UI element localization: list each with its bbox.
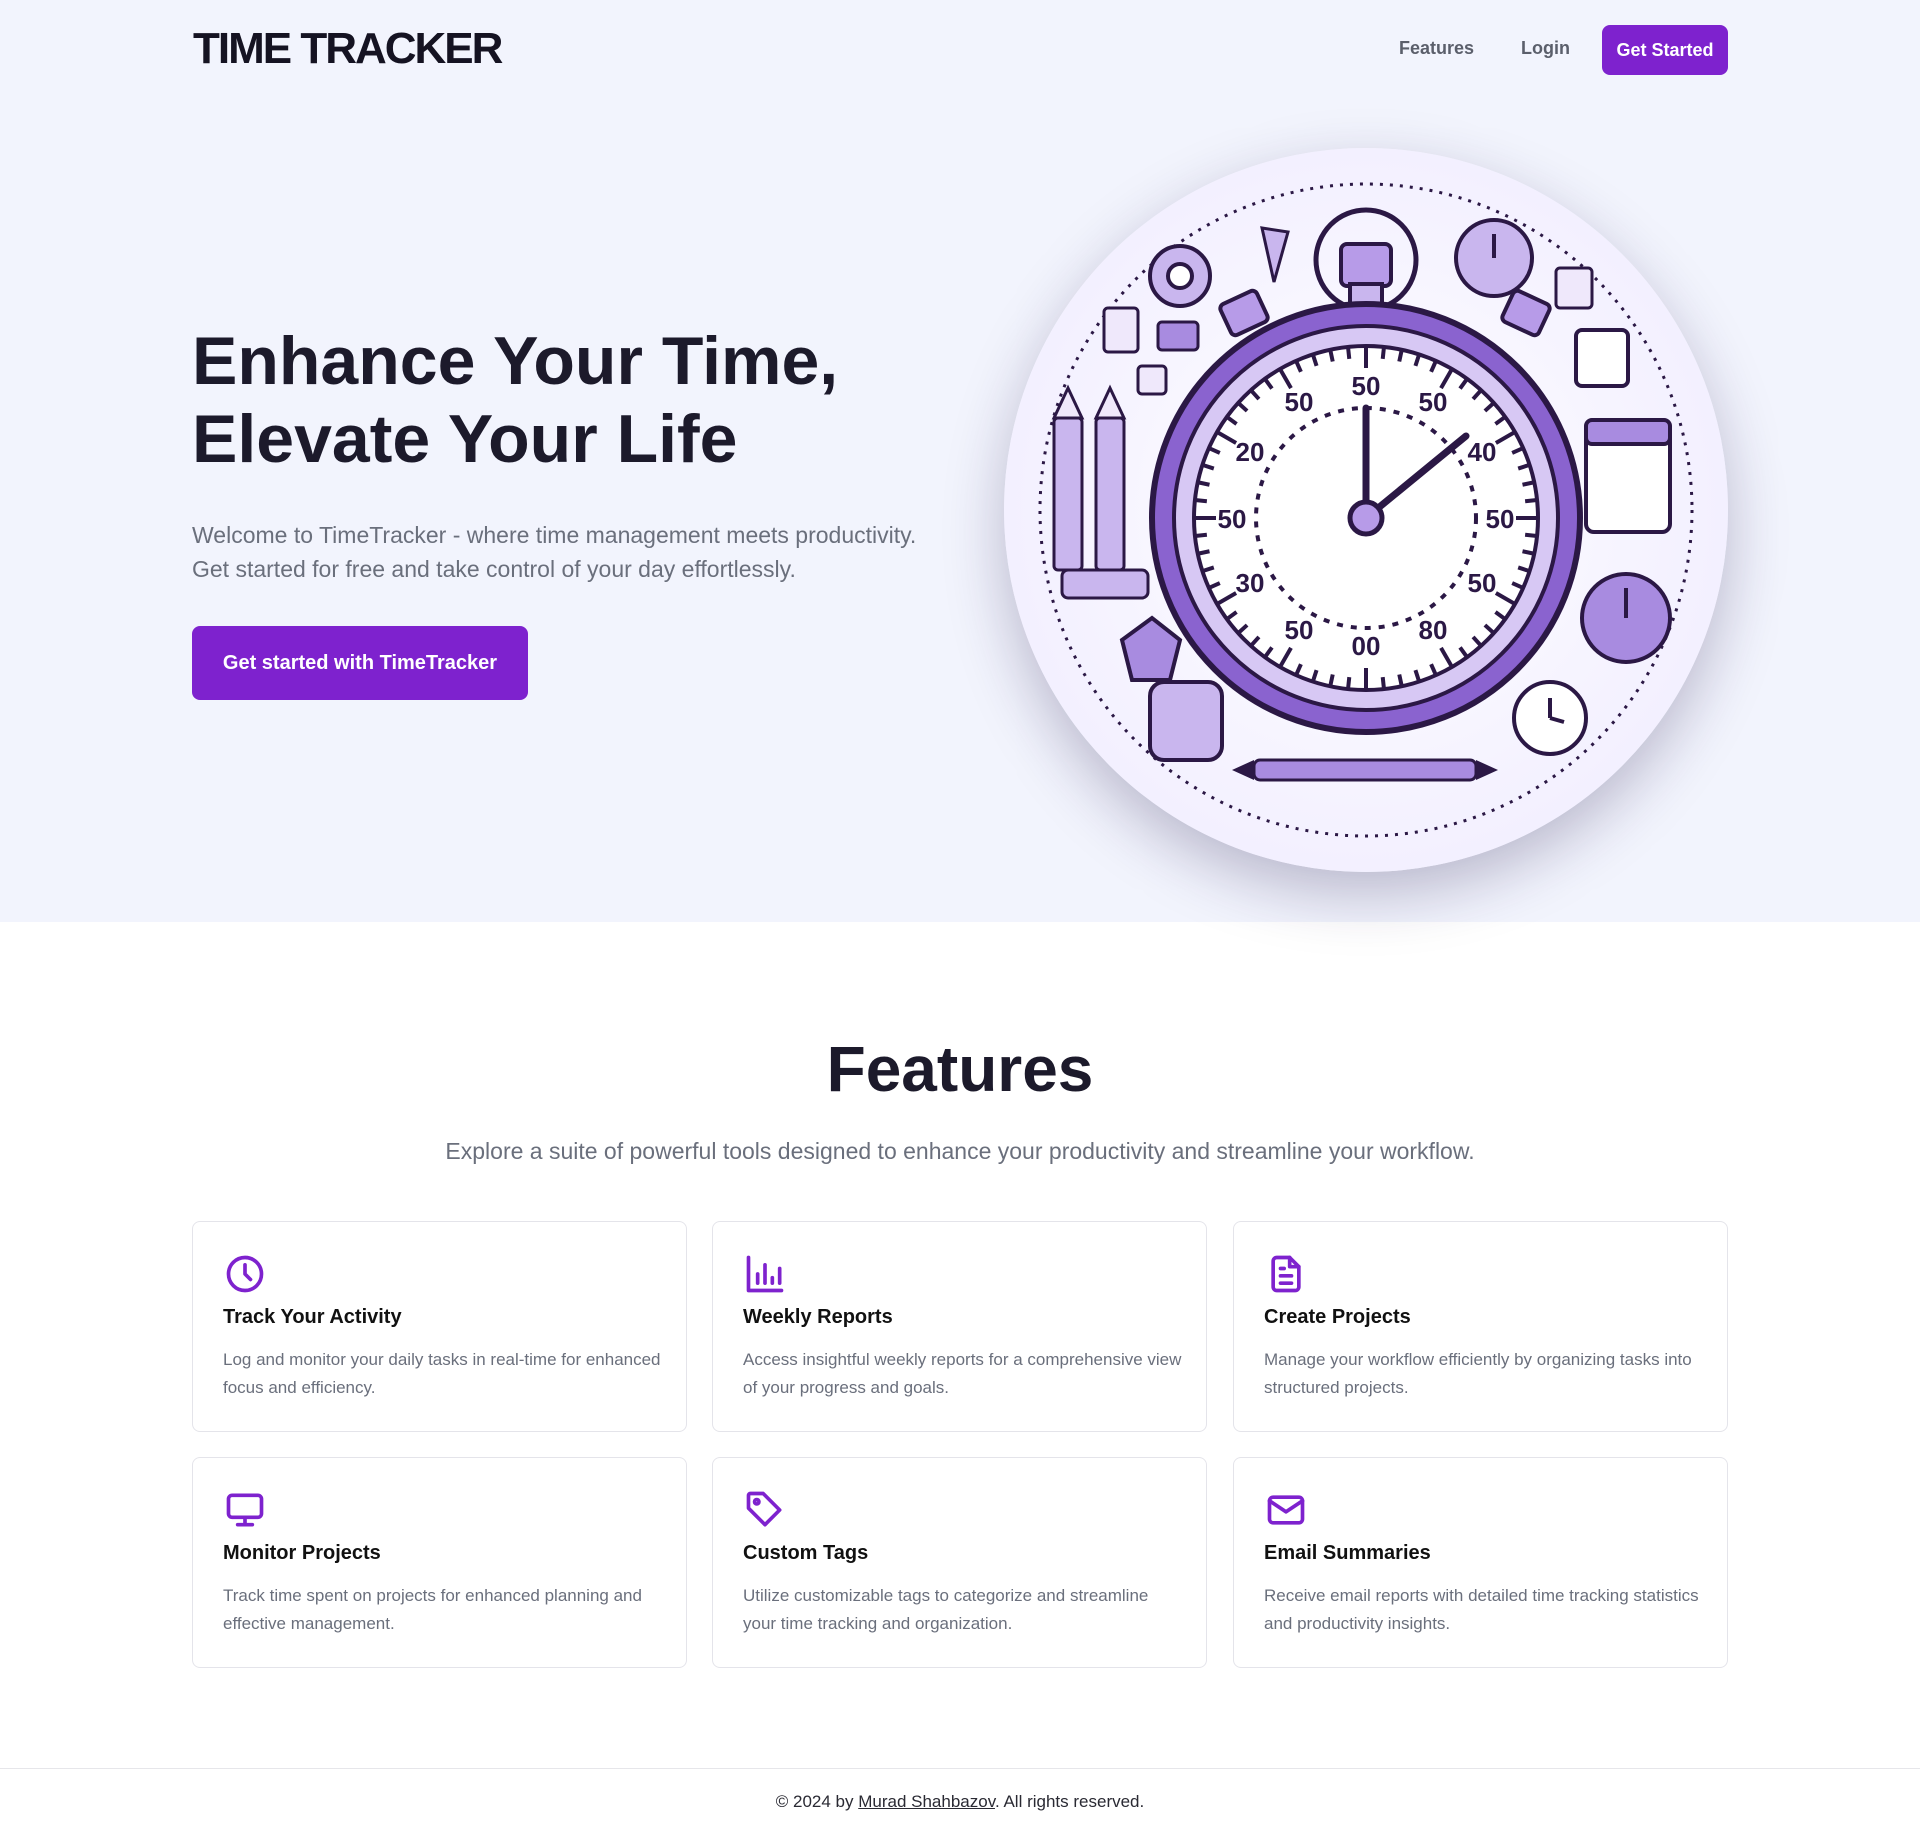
- feature-card-track-activity: Track Your Activity Log and monitor your…: [192, 1221, 687, 1432]
- gear-icon: [1148, 244, 1212, 308]
- pencil-icon: [1051, 384, 1127, 572]
- tag-icon: [743, 1488, 787, 1532]
- stopwatch-illustration: 50 50 50 20 40 50 50 30 50 50 00 80: [1004, 148, 1728, 872]
- hero-cta-button[interactable]: Get started with TimeTracker: [192, 626, 528, 700]
- hero-section: TIME TRACKER Features Login Get Started …: [0, 0, 1920, 922]
- dial-tick: [1328, 349, 1335, 362]
- dial-number: 00: [1352, 631, 1381, 661]
- dial-tick: [1397, 674, 1404, 687]
- dial-tick: [1194, 532, 1208, 538]
- dial-number: 80: [1419, 615, 1448, 645]
- feature-desc: Utilize customizable tags to categorize …: [743, 1586, 1149, 1633]
- hero-subtitle-line2: Get started for free and take control of…: [192, 556, 796, 582]
- hero-title: Enhance Your Time, Elevate Your Life: [192, 322, 838, 478]
- feature-title: Monitor Projects: [223, 1542, 381, 1564]
- footer-author-link[interactable]: Murad Shahbazov: [858, 1792, 995, 1811]
- dial-number: 50: [1218, 504, 1247, 534]
- dial-number: 20: [1236, 437, 1265, 467]
- dial-number: 50: [1285, 615, 1314, 645]
- feature-desc: Manage your workflow efficiently by orga…: [1264, 1350, 1692, 1397]
- feature-title: Custom Tags: [743, 1542, 869, 1564]
- feature-desc: Log and monitor your daily tasks in real…: [223, 1350, 661, 1397]
- feature-desc: Track time spent on projects for enhance…: [223, 1586, 642, 1633]
- dial-tick: [1524, 532, 1538, 538]
- feature-card-custom-tags: Custom Tags Utilize customizable tags to…: [712, 1457, 1207, 1668]
- footer: © 2024 by Murad Shahbazov. All rights re…: [0, 1792, 1920, 1812]
- hero-title-line2: Elevate Your Life: [192, 401, 738, 477]
- get-started-button[interactable]: Get Started: [1602, 25, 1728, 75]
- hero-title-line1: Enhance Your Time,: [192, 323, 839, 399]
- dial-number: 40: [1468, 437, 1497, 467]
- dial-tick: [1522, 549, 1535, 556]
- long-pencil-icon: [1232, 758, 1498, 782]
- feature-title: Track Your Activity: [223, 1306, 402, 1328]
- footer-copyright-suffix: . All rights reserved.: [994, 1792, 1145, 1811]
- clock-icon: [223, 1252, 267, 1296]
- nav-login-link[interactable]: Login: [1521, 38, 1570, 59]
- dial-number: 30: [1236, 568, 1265, 598]
- monitor-icon: [223, 1488, 267, 1532]
- hero-subtitle-line1: Welcome to TimeTracker - where time mana…: [192, 522, 917, 548]
- hero-subtitle: Welcome to TimeTracker - where time mana…: [192, 518, 916, 586]
- features-title: Features: [826, 1033, 1094, 1105]
- nav-features-link[interactable]: Features: [1399, 38, 1474, 59]
- features-subtitle: Explore a suite of powerful tools design…: [445, 1138, 1475, 1164]
- dial-tick: [1346, 676, 1352, 690]
- feature-card-email-summaries: Email Summaries Receive email reports wi…: [1233, 1457, 1728, 1668]
- dial-tick: [1197, 549, 1210, 556]
- dial-number: 50: [1419, 387, 1448, 417]
- feature-desc: Receive email reports with detailed time…: [1264, 1586, 1699, 1633]
- dial-number: 50: [1285, 387, 1314, 417]
- feature-desc: Access insightful weekly reports for a c…: [743, 1350, 1182, 1397]
- feature-title: Email Summaries: [1264, 1542, 1431, 1564]
- feature-title: Create Projects: [1264, 1306, 1411, 1328]
- logo[interactable]: TIME TRACKER: [193, 24, 503, 74]
- footer-copyright-prefix: © 2024 by: [775, 1792, 859, 1811]
- feature-card-monitor-projects: Monitor Projects Track time spent on pro…: [192, 1457, 687, 1668]
- bar-chart-icon: [743, 1252, 787, 1296]
- dial-tick: [1328, 674, 1335, 687]
- feature-card-weekly-reports: Weekly Reports Access insightful weekly …: [712, 1221, 1207, 1432]
- dial-number: 50: [1486, 504, 1515, 534]
- dial-tick: [1397, 349, 1404, 362]
- dial-tick: [1380, 676, 1386, 690]
- feature-title: Weekly Reports: [743, 1306, 893, 1328]
- dial-tick: [1380, 346, 1386, 360]
- stopwatch-icon: 50 50 50 20 40 50 50 30 50 50 00 80: [1038, 182, 1694, 838]
- dial-tick: [1197, 480, 1210, 487]
- dial-number: 50: [1352, 371, 1381, 401]
- dial-number: 50: [1468, 568, 1497, 598]
- document-icon: [1264, 1252, 1308, 1296]
- dial-tick: [1522, 480, 1535, 487]
- feature-card-create-projects: Create Projects Manage your workflow eff…: [1233, 1221, 1728, 1432]
- mail-icon: [1264, 1488, 1308, 1532]
- dial-tick: [1524, 498, 1538, 504]
- dial-tick: [1346, 346, 1352, 360]
- footer-divider: [0, 1768, 1920, 1769]
- dial-tick: [1194, 498, 1208, 504]
